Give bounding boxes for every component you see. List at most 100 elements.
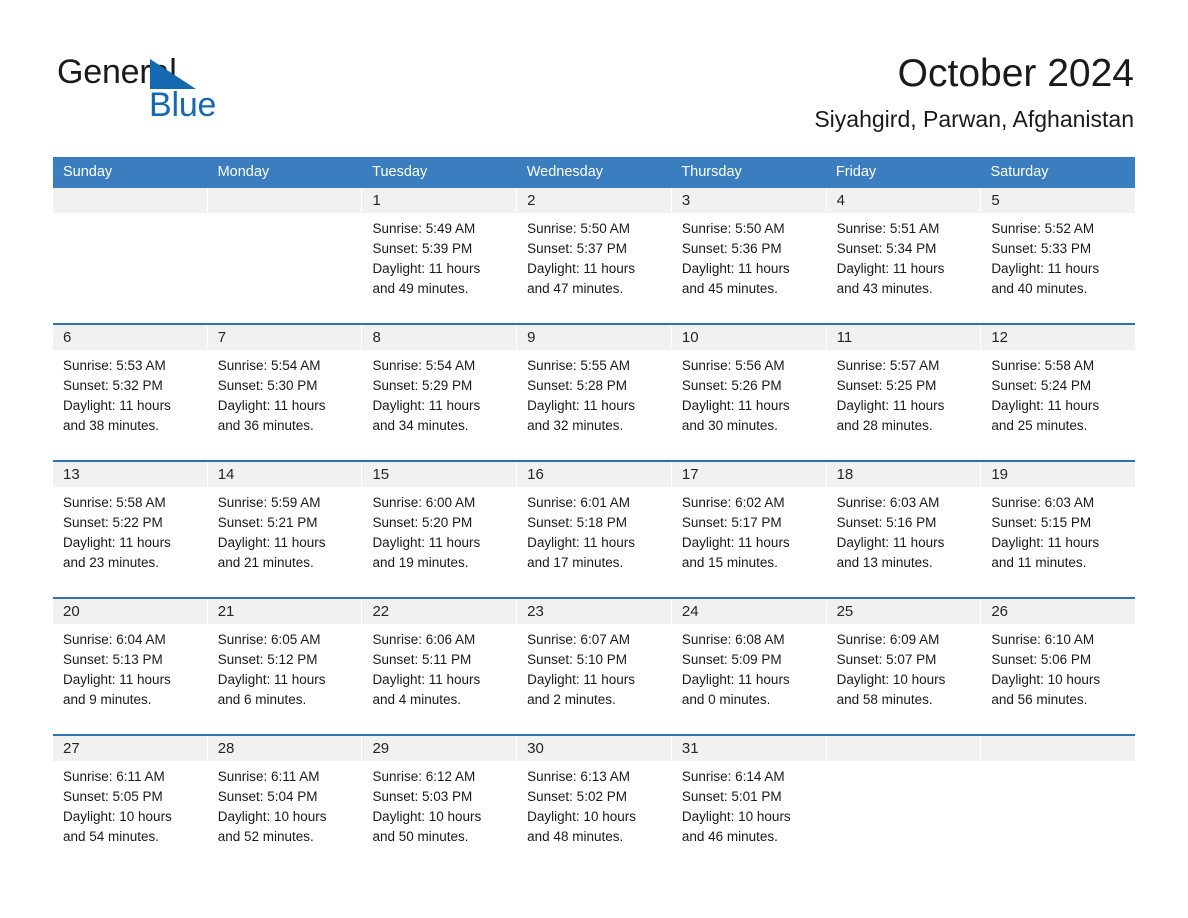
calendar-day-cell[interactable]: 14 Sunrise: 5:59 AM Sunset: 5:21 PM Dayligh… bbox=[206, 462, 362, 597]
day-details: Sunrise: 5:53 AM Sunset: 5:32 PM Daylight:… bbox=[53, 350, 207, 436]
sunrise-time: Sunrise: 6:02 AM bbox=[681, 495, 785, 510]
calendar-day-cell[interactable]: 26 Sunrise: 6:10 AM Sunset: 5:06 PM Dayligh… bbox=[980, 599, 1136, 734]
sunset-time: Sunset: 5:20 PM bbox=[372, 515, 473, 530]
calendar-day-cell[interactable]: 2 Sunrise: 5:50 AM Sunset: 5:37 PM Daylight… bbox=[516, 188, 671, 323]
daylight-duration-line2: and 52 minutes. bbox=[217, 829, 314, 844]
calendar-day-cell[interactable]: 22 Sunrise: 6:06 AM Sunset: 5:11 PM Dayligh… bbox=[361, 599, 517, 734]
sunset-time: Sunset: 5:16 PM bbox=[836, 515, 937, 530]
calendar-day-cell[interactable]: 23 Sunrise: 6:07 AM Sunset: 5:10 PM Dayligh… bbox=[516, 599, 671, 734]
calendar-day-cell[interactable]: 25 Sunrise: 6:09 AM Sunset: 5:07 PM Dayligh… bbox=[825, 599, 981, 734]
calendar-day-cell[interactable]: 27 Sunrise: 6:11 AM Sunset: 5:05 PM Dayligh… bbox=[53, 736, 207, 871]
daylight-duration-line1: Daylight: 11 hours bbox=[372, 672, 481, 687]
calendar-day-cell[interactable]: 6 Sunrise: 5:53 AM Sunset: 5:32 PM Daylight… bbox=[53, 325, 207, 460]
sunset-time: Sunset: 5:36 PM bbox=[681, 241, 782, 256]
daylight-duration-line1: Daylight: 10 hours bbox=[991, 672, 1101, 687]
calendar-day-cell[interactable]: 8 Sunrise: 5:54 AM Sunset: 5:29 PM Daylight… bbox=[361, 325, 517, 460]
calendar-day-cell[interactable]: 13 Sunrise: 5:58 AM Sunset: 5:22 PM Dayligh… bbox=[53, 462, 207, 597]
daylight-duration-line2: and 15 minutes. bbox=[681, 555, 778, 570]
day-details: Sunrise: 6:11 AM Sunset: 5:05 PM Daylight:… bbox=[53, 761, 207, 847]
calendar-day-cell[interactable]: 1 Sunrise: 5:49 AM Sunset: 5:39 PM Daylight… bbox=[361, 188, 517, 323]
calendar-week-row: 6 Sunrise: 5:53 AM Sunset: 5:32 PM Daylight… bbox=[53, 323, 1136, 460]
calendar-day-cell[interactable]: 10 Sunrise: 5:56 AM Sunset: 5:26 PM Dayligh… bbox=[670, 325, 826, 460]
weekday-header-thursday: Thursday bbox=[681, 164, 742, 180]
sunrise-time: Sunrise: 6:11 AM bbox=[217, 769, 320, 784]
sunset-time: Sunset: 5:32 PM bbox=[63, 378, 163, 393]
sunrise-time: Sunrise: 5:59 AM bbox=[217, 495, 321, 510]
sunrise-time: Sunrise: 6:06 AM bbox=[372, 632, 476, 647]
day-number: 27 bbox=[53, 736, 207, 761]
calendar-day-cell[interactable]: 20 Sunrise: 6:04 AM Sunset: 5:13 PM Dayligh… bbox=[53, 599, 207, 734]
day-number: 29 bbox=[362, 736, 517, 761]
calendar-day-cell[interactable]: 17 Sunrise: 6:02 AM Sunset: 5:17 PM Dayligh… bbox=[670, 462, 826, 597]
calendar-day-cell[interactable]: 29 Sunrise: 6:12 AM Sunset: 5:03 PM Dayligh… bbox=[361, 736, 517, 871]
day-number: 12 bbox=[981, 325, 1136, 350]
day-details: Sunrise: 6:07 AM Sunset: 5:10 PM Daylight:… bbox=[517, 624, 671, 710]
sunset-time: Sunset: 5:34 PM bbox=[836, 241, 937, 256]
day-number bbox=[826, 736, 981, 761]
calendar-day-cell[interactable]: 11 Sunrise: 5:57 AM Sunset: 5:25 PM Dayligh… bbox=[825, 325, 981, 460]
calendar-day-cell[interactable]: 18 Sunrise: 6:03 AM Sunset: 5:16 PM Dayligh… bbox=[825, 462, 981, 597]
daylight-duration-line1: Daylight: 11 hours bbox=[527, 398, 635, 413]
calendar-day-cell[interactable]: 31 Sunrise: 6:14 AM Sunset: 5:01 PM Dayligh… bbox=[670, 736, 826, 871]
sunset-time: Sunset: 5:02 PM bbox=[527, 789, 627, 804]
day-details: Sunrise: 5:58 AM Sunset: 5:24 PM Daylight:… bbox=[981, 350, 1135, 436]
daylight-duration-line1: Daylight: 10 hours bbox=[527, 809, 636, 824]
calendar-day-cell[interactable]: 15 Sunrise: 6:00 AM Sunset: 5:20 PM Dayligh… bbox=[361, 462, 517, 597]
calendar-day-cell[interactable]: 4 Sunrise: 5:51 AM Sunset: 5:34 PM Daylight… bbox=[825, 188, 981, 323]
sunset-time: Sunset: 5:11 PM bbox=[372, 652, 472, 667]
sunrise-time: Sunrise: 6:05 AM bbox=[217, 632, 321, 647]
daylight-duration-line1: Daylight: 11 hours bbox=[991, 398, 1100, 413]
calendar-day-cell[interactable]: 5 Sunrise: 5:52 AM Sunset: 5:33 PM Daylight… bbox=[980, 188, 1136, 323]
day-number: 14 bbox=[207, 462, 362, 487]
calendar-day-cell[interactable]: 9 Sunrise: 5:55 AM Sunset: 5:28 PM Daylight… bbox=[516, 325, 671, 460]
daylight-duration-line2: and 11 minutes. bbox=[991, 555, 1087, 570]
day-details: Sunrise: 6:12 AM Sunset: 5:03 PM Daylight:… bbox=[362, 761, 516, 847]
daylight-duration-line1: Daylight: 11 hours bbox=[681, 672, 790, 687]
sunrise-time: Sunrise: 5:49 AM bbox=[372, 221, 476, 236]
sunrise-time: Sunrise: 6:07 AM bbox=[527, 632, 630, 647]
sunset-time: Sunset: 5:25 PM bbox=[836, 378, 937, 393]
daylight-duration-line2: and 4 minutes. bbox=[372, 692, 461, 707]
calendar-day-cell[interactable]: 28 Sunrise: 6:11 AM Sunset: 5:04 PM Dayligh… bbox=[206, 736, 362, 871]
day-details: Sunrise: 6:14 AM Sunset: 5:01 PM Daylight:… bbox=[672, 761, 826, 847]
day-number: 20 bbox=[53, 599, 207, 624]
calendar-day-cell[interactable]: 24 Sunrise: 6:08 AM Sunset: 5:09 PM Dayligh… bbox=[670, 599, 826, 734]
sunrise-time: Sunrise: 6:13 AM bbox=[527, 769, 630, 784]
sunrise-time: Sunrise: 6:10 AM bbox=[991, 632, 1095, 647]
daylight-duration-line1: Daylight: 11 hours bbox=[681, 398, 790, 413]
day-number: 4 bbox=[826, 188, 981, 213]
daylight-duration-line1: Daylight: 11 hours bbox=[527, 535, 635, 550]
daylight-duration-line2: and 13 minutes. bbox=[836, 555, 933, 570]
day-details: Sunrise: 6:01 AM Sunset: 5:18 PM Daylight:… bbox=[517, 487, 671, 573]
day-number: 15 bbox=[362, 462, 517, 487]
calendar-day-cell[interactable]: 21 Sunrise: 6:05 AM Sunset: 5:12 PM Dayligh… bbox=[206, 599, 362, 734]
calendar-day-cell[interactable]: 16 Sunrise: 6:01 AM Sunset: 5:18 PM Dayligh… bbox=[516, 462, 671, 597]
day-number: 31 bbox=[671, 736, 826, 761]
daylight-duration-line2: and 23 minutes. bbox=[63, 555, 160, 570]
day-details: Sunrise: 5:49 AM Sunset: 5:39 PM Daylight:… bbox=[362, 213, 516, 299]
calendar-day-cell[interactable]: 19 Sunrise: 6:03 AM Sunset: 5:15 PM Dayligh… bbox=[980, 462, 1136, 597]
day-number bbox=[207, 188, 362, 213]
daylight-duration-line1: Daylight: 11 hours bbox=[372, 261, 481, 276]
day-details: Sunrise: 5:56 AM Sunset: 5:26 PM Daylight:… bbox=[672, 350, 826, 436]
calendar-day-cell[interactable]: 12 Sunrise: 5:58 AM Sunset: 5:24 PM Dayligh… bbox=[980, 325, 1136, 460]
daylight-duration-line1: Daylight: 11 hours bbox=[991, 535, 1100, 550]
sunset-time: Sunset: 5:39 PM bbox=[372, 241, 473, 256]
calendar-day-cell[interactable]: 7 Sunrise: 5:54 AM Sunset: 5:30 PM Daylight… bbox=[206, 325, 362, 460]
calendar-day-cell[interactable]: 30 Sunrise: 6:13 AM Sunset: 5:02 PM Dayligh… bbox=[516, 736, 671, 871]
weekday-header-saturday: Saturday bbox=[990, 164, 1049, 180]
sunset-time: Sunset: 5:37 PM bbox=[527, 241, 627, 256]
weekday-header-monday: Monday bbox=[217, 164, 270, 180]
sunset-time: Sunset: 5:05 PM bbox=[63, 789, 163, 804]
weekday-header-wednesday: Wednesday bbox=[526, 164, 604, 180]
calendar-day-cell[interactable]: 3 Sunrise: 5:50 AM Sunset: 5:36 PM Daylight… bbox=[670, 188, 826, 323]
day-number: 17 bbox=[671, 462, 826, 487]
sunrise-time: Sunrise: 6:00 AM bbox=[372, 495, 476, 510]
daylight-duration-line2: and 40 minutes. bbox=[991, 281, 1088, 296]
sunset-time: Sunset: 5:29 PM bbox=[372, 378, 473, 393]
day-details: Sunrise: 6:02 AM Sunset: 5:17 PM Daylight:… bbox=[672, 487, 826, 573]
daylight-duration-line1: Daylight: 11 hours bbox=[991, 261, 1100, 276]
daylight-duration-line2: and 17 minutes. bbox=[527, 555, 624, 570]
day-details: Sunrise: 5:51 AM Sunset: 5:34 PM Daylight:… bbox=[827, 213, 981, 299]
daylight-duration-line1: Daylight: 11 hours bbox=[63, 535, 171, 550]
